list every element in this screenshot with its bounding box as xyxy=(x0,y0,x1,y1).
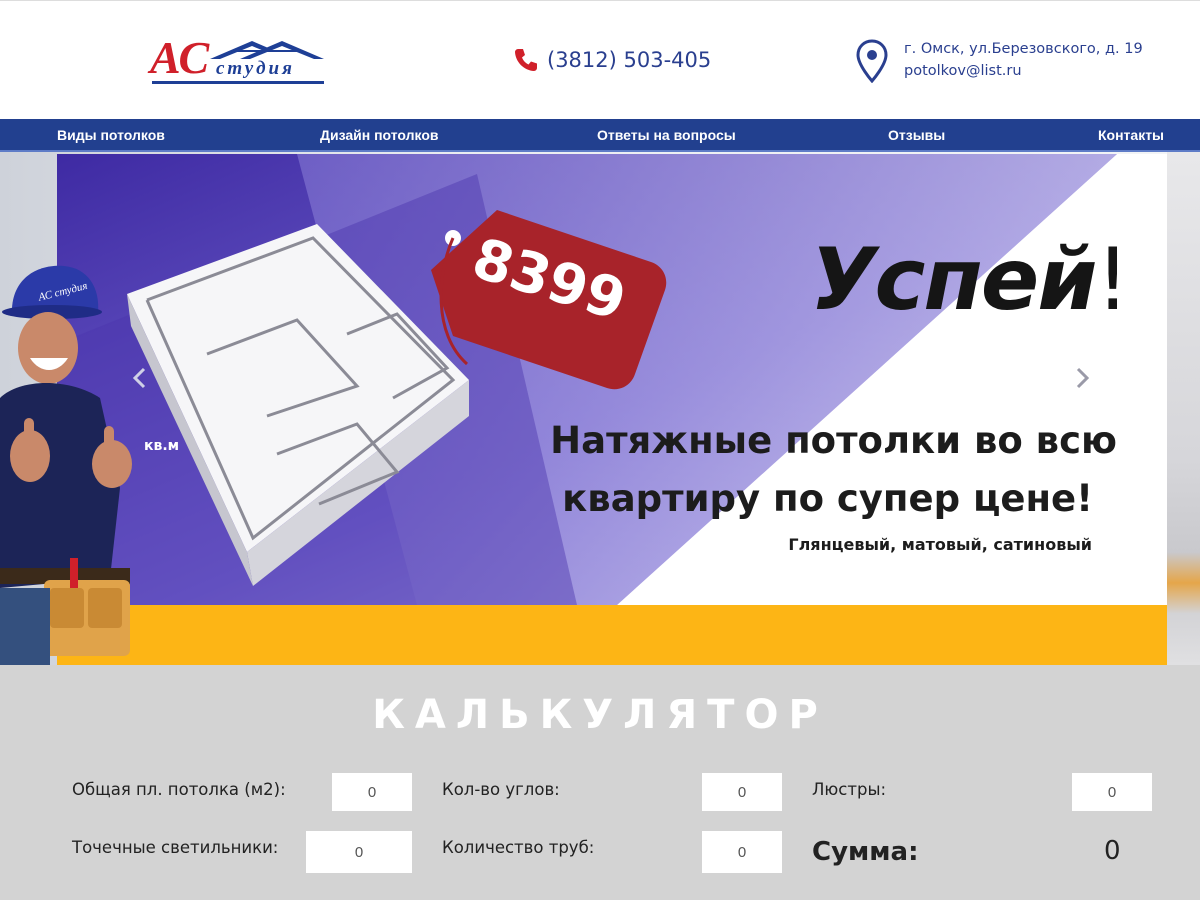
ceiling-area-input[interactable] xyxy=(332,773,412,811)
email-link[interactable]: potolkov@list.ru xyxy=(904,63,1022,79)
slider-next-arrow-icon[interactable] xyxy=(1072,366,1092,390)
phone-icon xyxy=(515,49,537,71)
logo-underline xyxy=(152,81,324,84)
promo-title-word: Успей xyxy=(810,230,1097,330)
calculator-title: КАЛЬКУЛЯТОР xyxy=(372,692,828,738)
promo-title-mark: ! xyxy=(1095,230,1131,330)
roof-icon xyxy=(210,41,324,59)
corners-count-label: Кол-во углов: xyxy=(442,780,560,799)
address-text: г. Омск, ул.Березовского, д. 19 xyxy=(904,41,1143,57)
promo-headline-line1: Натяжные потолки во всю xyxy=(550,419,1117,462)
nav-item-ceiling-types[interactable]: Виды потолков xyxy=(57,127,165,143)
spotlights-label: Точечные светильники: xyxy=(72,838,279,857)
chandeliers-input[interactable] xyxy=(1072,773,1152,811)
pipes-count-input[interactable] xyxy=(702,831,782,873)
promo-title: Успей! xyxy=(810,230,1131,330)
sum-value: 0 xyxy=(1104,836,1121,866)
nav-item-ceiling-design[interactable]: Дизайн потолков xyxy=(320,127,439,143)
location-pin-icon xyxy=(856,39,888,83)
banner-next-slide-peek xyxy=(1167,152,1200,665)
logo[interactable]: АС студия xyxy=(150,35,328,87)
calculator-section: КАЛЬКУЛЯТОР Общая пл. потолка (м2): Кол-… xyxy=(0,665,1200,900)
main-navigation: Виды потолков Дизайн потолков Ответы на … xyxy=(0,119,1200,152)
phone-number[interactable]: (3812) 503-405 xyxy=(547,48,711,72)
corners-count-input[interactable] xyxy=(702,773,782,811)
logo-main-text: АС xyxy=(150,32,209,83)
nav-item-reviews[interactable]: Отзывы xyxy=(888,127,945,143)
promo-subline: Глянцевый, матовый, сатиновый xyxy=(788,535,1092,554)
ceiling-area-label: Общая пл. потолка (м2): xyxy=(72,780,286,799)
banner-yellow-strip xyxy=(57,605,1167,665)
promo-headline-line2: квартиру по супер цене! xyxy=(562,477,1093,520)
nav-item-faq[interactable]: Ответы на вопросы xyxy=(597,127,736,143)
chandeliers-label: Люстры: xyxy=(812,780,887,799)
worker-illustration: АС студия xyxy=(0,265,132,665)
spotlights-input[interactable] xyxy=(306,831,412,873)
phone-contact[interactable]: (3812) 503-405 xyxy=(513,45,711,75)
sum-label: Сумма: xyxy=(812,837,919,867)
logo-sub-text: студия xyxy=(216,58,295,79)
price-unit: кв.м xyxy=(144,438,180,454)
pipes-count-label: Количество труб: xyxy=(442,838,595,857)
site-header: АС студия (3812) 503-405 г. Омск, ул.Бер… xyxy=(0,0,1200,119)
nav-item-contacts[interactable]: Контакты xyxy=(1098,127,1164,143)
